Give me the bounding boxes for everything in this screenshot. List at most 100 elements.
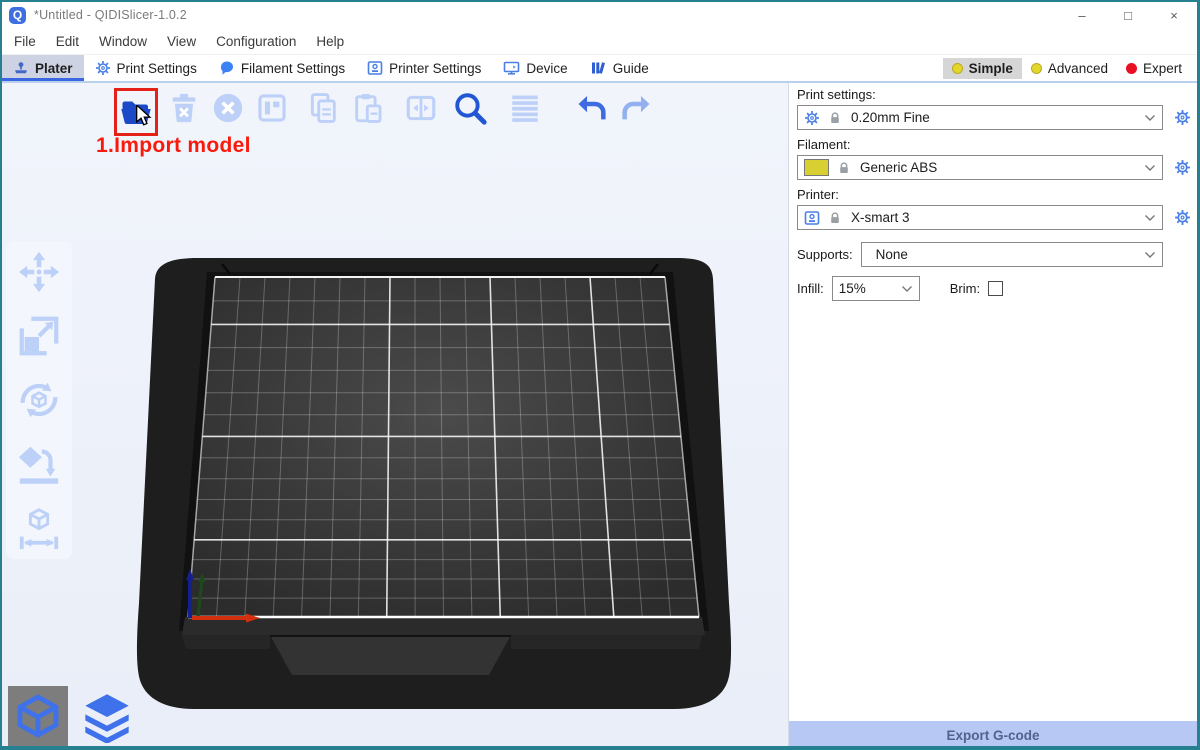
tab-filament-settings[interactable]: Filament Settings [208,55,356,81]
tab-device-label: Device [526,61,567,76]
window-title: *Untitled - QIDISlicer-1.0.2 [34,8,187,22]
tab-device[interactable]: Device [492,55,578,81]
app-window: Q *Untitled - QIDISlicer-1.0.2 – □ × Fil… [0,0,1200,750]
move-icon [16,249,62,295]
window-controls: – □ × [1059,2,1197,28]
menu-window[interactable]: Window [89,34,157,49]
layers-list-button[interactable] [507,88,543,128]
menu-edit[interactable]: Edit [46,34,89,49]
infill-row: Infill: 15% Brim: [797,276,1191,301]
redo-button[interactable] [618,88,654,128]
delete-button[interactable] [166,88,202,128]
copy-icon [306,91,340,125]
plater-icon [13,60,29,76]
brim-checkbox[interactable] [988,281,1003,296]
chevron-down-icon [1144,110,1156,125]
printer-value: X-smart 3 [851,210,910,225]
plate-handle-notch [270,635,511,675]
app-icon: Q [9,7,26,24]
filament-value: Generic ABS [860,160,937,175]
rotate-tool-button[interactable] [15,375,63,425]
tab-print-settings-label: Print Settings [117,61,197,76]
paste-button[interactable] [350,88,386,128]
lock-icon [828,111,842,125]
menu-bar: File Edit Window View Configuration Help [2,28,1197,54]
undo-button[interactable] [574,88,610,128]
filament-gear-button[interactable] [1174,159,1191,176]
menu-configuration[interactable]: Configuration [206,34,306,49]
delete-all-icon [211,91,245,125]
copy-button[interactable] [305,88,341,128]
tab-printer-settings[interactable]: Printer Settings [356,55,492,81]
delete-all-button[interactable] [210,88,246,128]
place-on-face-tool-button[interactable] [15,439,63,489]
guide-books-icon [590,60,607,76]
search-icon [452,90,488,126]
supports-value: None [868,247,908,262]
print-settings-row: 0.20mm Fine [797,105,1191,130]
title-bar: Q *Untitled - QIDISlicer-1.0.2 – □ × [2,2,1197,28]
print-settings-gear-button[interactable] [1174,109,1191,126]
gear-icon [804,110,820,126]
scale-tool-button[interactable] [15,311,63,361]
search-button[interactable] [452,88,488,128]
lock-icon [828,211,842,225]
split-icon [404,91,438,125]
chevron-down-icon [1144,160,1156,175]
printer-icon [367,60,383,76]
cube-3d-view-icon [14,692,62,740]
viewport-3d[interactable]: 1.Import model [2,83,788,749]
menu-file[interactable]: File [4,34,46,49]
build-plate [2,83,788,749]
tab-guide-label: Guide [613,61,649,76]
printer-dropdown[interactable]: X-smart 3 [797,205,1163,230]
viewport-toolbar [114,88,654,136]
supports-row: Supports: None [797,242,1191,267]
infill-dropdown[interactable]: 15% [832,276,920,301]
export-gcode-button[interactable]: Export G-code [789,721,1197,749]
arrange-button[interactable] [254,88,290,128]
undo-icon [575,91,609,125]
move-tool-button[interactable] [15,247,63,297]
infill-label: Infill: [797,281,824,296]
mode-advanced[interactable]: Advanced [1022,58,1117,79]
mode-expert[interactable]: Expert [1117,58,1191,79]
filament-color-swatch [804,159,829,176]
brim-label: Brim: [950,281,980,296]
supports-dropdown[interactable]: None [861,242,1163,267]
import-highlight-box [114,88,158,136]
mode-switcher: Simple Advanced Expert [943,55,1197,81]
preview-view-button[interactable] [78,688,136,746]
filament-dropdown[interactable]: Generic ABS [797,155,1163,180]
mode-expert-label: Expert [1143,61,1182,76]
view-toggles [8,686,136,746]
lock-icon [837,161,851,175]
scale-icon [16,313,62,359]
printer-icon [804,210,820,226]
simple-mode-icon [952,63,963,74]
mode-simple[interactable]: Simple [943,58,1022,79]
maximize-button[interactable]: □ [1105,2,1151,28]
chevron-down-icon [1144,210,1156,225]
close-button[interactable]: × [1151,2,1197,28]
tab-plater-label: Plater [35,61,73,76]
print-settings-dropdown[interactable]: 0.20mm Fine [797,105,1163,130]
trash-icon [167,91,201,125]
filament-icon [219,60,235,76]
import-annotation: 1.Import model [96,134,251,158]
tab-print-settings[interactable]: Print Settings [84,55,208,81]
menu-view[interactable]: View [157,34,206,49]
editor-view-button[interactable] [8,686,68,746]
mode-simple-label: Simple [969,61,1013,76]
paste-icon [351,91,385,125]
minimize-button[interactable]: – [1059,2,1105,28]
measure-tool-button[interactable] [15,503,63,553]
tab-guide[interactable]: Guide [579,55,660,81]
tab-plater[interactable]: Plater [2,55,84,81]
chevron-down-icon [1144,247,1156,262]
arrange-icon [255,91,289,125]
printer-gear-button[interactable] [1174,209,1191,226]
split-button[interactable] [403,88,439,128]
print-settings-value: 0.20mm Fine [851,110,930,125]
menu-help[interactable]: Help [306,34,354,49]
